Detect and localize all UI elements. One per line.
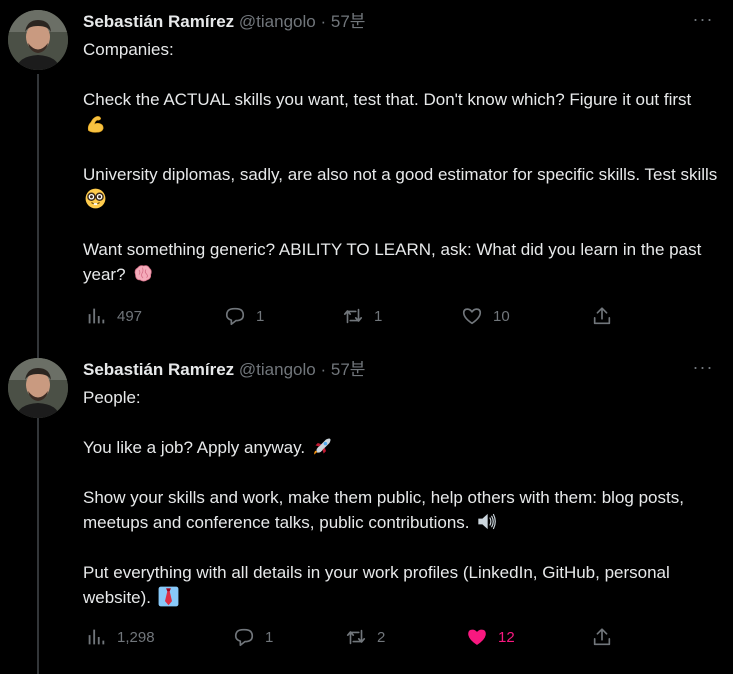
nerd-face-emoji (85, 188, 106, 209)
tweet-paragraph: Want something generic? ABILITY TO LEARN… (83, 240, 702, 284)
tweet-text: People: You like a job? Apply anyway. Sh… (83, 385, 718, 610)
tweet-paragraph: You like a job? Apply anyway. (83, 435, 718, 460)
views-count: 497 (117, 307, 143, 325)
share-icon (593, 628, 611, 646)
necktie-emoji (158, 586, 179, 607)
avatar[interactable] (8, 358, 68, 418)
views-chart-icon (88, 629, 105, 645)
tweet-text: Companies: Check the ACTUAL skills you w… (83, 37, 718, 287)
heart-filled-icon (468, 629, 486, 645)
reply-icon (234, 628, 254, 647)
tweet[interactable]: Sebastián Ramírez @tiangolo · 57분 ··· Pe… (0, 358, 733, 658)
tweet-paragraph: Put everything with all details in your … (83, 563, 670, 607)
tweet-actions: 497 1 1 10 (83, 304, 623, 328)
share-button[interactable] (591, 625, 613, 649)
like-button[interactable]: 12 (466, 625, 515, 649)
tweet-paragraph: Check the ACTUAL skills you want, test t… (83, 87, 718, 137)
reply-button[interactable]: 1 (233, 625, 273, 649)
reply-count: 1 (256, 307, 265, 325)
author-handle[interactable]: @tiangolo (239, 360, 316, 379)
views-button[interactable]: 497 (85, 304, 142, 328)
avatar-photo-icon (8, 10, 68, 70)
views-count: 1,298 (117, 628, 155, 646)
share-icon (593, 307, 611, 325)
tweet-header: Sebastián Ramírez @tiangolo · 57분 (83, 358, 365, 382)
tweet-paragraph: University diplomas, sadly, are also not… (83, 162, 718, 212)
views-chart-icon (88, 308, 105, 324)
like-count: 12 (498, 628, 515, 646)
retweet-button[interactable]: 2 (345, 625, 385, 649)
author-name[interactable]: Sebastián Ramírez (83, 12, 234, 31)
more-options-icon[interactable]: ··· (691, 10, 715, 34)
tweet-header: Sebastián Ramírez @tiangolo · 57분 (83, 10, 365, 34)
reply-count: 1 (265, 628, 274, 646)
tweet[interactable]: Sebastián Ramírez @tiangolo · 57분 ··· Co… (0, 10, 733, 340)
tweet-paragraph: Companies: (83, 40, 174, 59)
separator-dot: · (320, 12, 327, 31)
like-count: 10 (493, 307, 510, 325)
views-button[interactable]: 1,298 (85, 625, 155, 649)
timestamp[interactable]: 57분 (331, 12, 366, 31)
avatar-photo-icon (8, 358, 68, 418)
author-name[interactable]: Sebastián Ramírez (83, 360, 234, 379)
rocket-emoji (314, 438, 331, 455)
reply-button[interactable]: 1 (224, 304, 264, 328)
retweet-count: 1 (374, 307, 383, 325)
loudspeaker-emoji (478, 513, 497, 530)
retweet-button[interactable]: 1 (342, 304, 382, 328)
tweet-actions: 1,298 1 2 12 (83, 625, 623, 649)
heart-icon (462, 308, 482, 325)
share-button[interactable] (591, 304, 613, 328)
more-options-icon[interactable]: ··· (691, 358, 715, 382)
retweet-icon (346, 629, 366, 645)
retweet-count: 2 (377, 628, 386, 646)
tweet-paragraph: People: (83, 388, 141, 407)
reply-icon (225, 307, 245, 326)
avatar[interactable] (8, 10, 68, 70)
flexed-biceps-emoji (87, 116, 104, 133)
tweet-paragraph: Show your skills and work, make them pub… (83, 488, 684, 532)
retweet-icon (343, 308, 363, 324)
separator-dot: · (320, 360, 327, 379)
brain-emoji (134, 265, 152, 282)
like-button[interactable]: 10 (461, 304, 510, 328)
timestamp[interactable]: 57분 (331, 360, 366, 379)
author-handle[interactable]: @tiangolo (239, 12, 316, 31)
